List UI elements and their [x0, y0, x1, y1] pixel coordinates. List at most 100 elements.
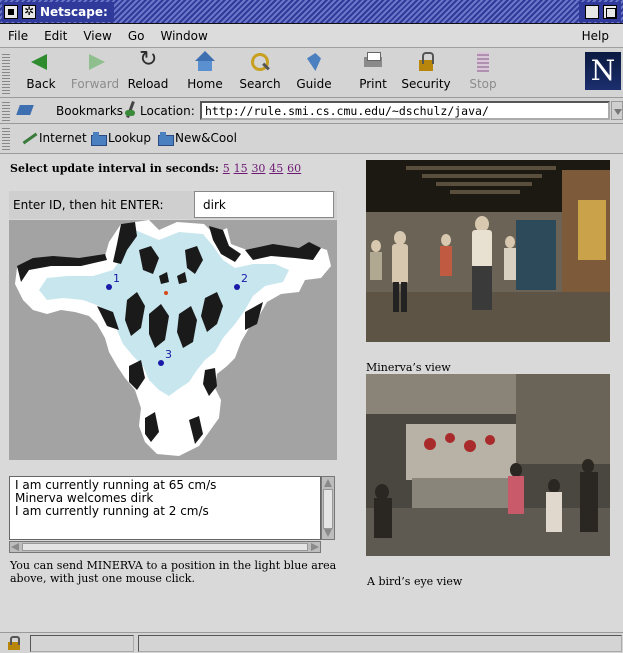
status-log[interactable]: I am currently running at 65 cm/s Minerv… — [9, 476, 321, 540]
home-label: Home — [187, 77, 223, 91]
museum-map[interactable]: 1 2 3 — [9, 220, 337, 460]
guide-icon — [302, 51, 326, 73]
personal-grip[interactable] — [2, 128, 10, 150]
title-bar[interactable]: Netscape: — [0, 0, 623, 24]
minerva-view-image — [366, 160, 610, 342]
status-message-cell — [138, 635, 622, 652]
forward-label: Forward — [70, 77, 120, 91]
menu-window[interactable]: Window — [152, 29, 215, 43]
map-marker-label-2: 2 — [241, 272, 248, 285]
progress-cell — [30, 635, 134, 652]
reload-button[interactable]: Reload — [126, 47, 170, 95]
netscape-logo[interactable]: N — [585, 52, 621, 90]
log-line: I am currently running at 2 cm/s — [15, 504, 209, 518]
menu-help[interactable]: Help — [574, 29, 617, 43]
scroll-down-icon[interactable] — [324, 529, 332, 537]
stop-button[interactable]: Stop — [461, 51, 505, 95]
scroll-left-icon[interactable] — [11, 543, 19, 551]
scroll-right-icon[interactable] — [311, 543, 319, 551]
interval-link-15[interactable]: 15 — [234, 162, 248, 175]
window-close-icon[interactable] — [4, 5, 18, 19]
guide-button[interactable]: Guide — [292, 51, 336, 95]
update-interval: Select update interval in seconds: 5 15 … — [10, 162, 301, 175]
page-content: Select update interval in seconds: 5 15 … — [0, 154, 623, 632]
title-left: Netscape: — [2, 2, 114, 22]
forward-button[interactable]: Forward — [70, 51, 120, 95]
stop-label: Stop — [469, 77, 497, 91]
security-status-icon[interactable] — [6, 636, 22, 651]
print-label: Print — [359, 77, 387, 91]
back-button[interactable]: Back — [19, 51, 63, 95]
status-bar — [0, 632, 623, 653]
url-input[interactable]: http://rule.smi.cs.cmu.edu/~dschulz/java… — [200, 101, 610, 120]
window-maximize-icon[interactable] — [603, 5, 617, 19]
log-vertical-scrollbar[interactable] — [321, 476, 335, 540]
location-pin-icon — [123, 101, 137, 119]
interval-link-30[interactable]: 30 — [251, 162, 265, 175]
url-dropdown-icon[interactable] — [611, 101, 623, 120]
home-icon — [193, 51, 217, 73]
toolbar-grip[interactable] — [2, 52, 10, 94]
personal-toolbar: Internet Lookup New&Cool — [0, 124, 623, 154]
bookmarks-button[interactable]: Bookmarks — [56, 104, 123, 118]
personal-item-internet[interactable]: Internet — [22, 131, 87, 145]
bookmarks-icon[interactable] — [18, 103, 36, 117]
menu-go[interactable]: Go — [120, 29, 153, 43]
print-icon — [361, 51, 385, 73]
minerva-view-caption: Minerva’s view — [366, 361, 451, 374]
location-label: Location: — [140, 104, 195, 118]
personal-item-label: New&Cool — [175, 131, 237, 145]
robot-position — [164, 291, 168, 295]
scroll-up-icon[interactable] — [324, 479, 332, 487]
window-menu-icon[interactable] — [22, 4, 36, 19]
search-label: Search — [239, 77, 281, 91]
map-marker-label-3: 3 — [165, 348, 172, 361]
id-label: Enter ID, then hit ENTER: — [13, 198, 164, 212]
interval-link-5[interactable]: 5 — [223, 162, 230, 175]
map-marker-1 — [106, 284, 112, 290]
navigation-toolbar: Back Forward Reload Home Search Guide Pr… — [0, 47, 623, 98]
birds-eye-view-caption: A bird’s eye view — [367, 575, 463, 588]
personal-item-label: Lookup — [108, 131, 151, 145]
birds-eye-view-image — [366, 374, 610, 556]
security-button[interactable]: Security — [398, 51, 454, 95]
personal-item-lookup[interactable]: Lookup — [91, 131, 151, 146]
bookmark-pen-icon — [22, 132, 36, 144]
search-button[interactable]: Search — [238, 51, 282, 95]
folder-icon — [91, 132, 107, 146]
stop-icon — [471, 51, 495, 73]
map-marker-2 — [234, 284, 240, 290]
personal-item-label: Internet — [39, 131, 87, 145]
folder-icon — [158, 132, 174, 146]
scroll-thumb[interactable] — [323, 489, 333, 529]
location-bar: Bookmarks Location: http://rule.smi.cs.c… — [0, 98, 623, 124]
home-button[interactable]: Home — [183, 51, 227, 95]
back-arrow-icon — [29, 51, 53, 73]
instruction-text: You can send MINERVA to a position in th… — [10, 559, 337, 585]
id-panel: Enter ID, then hit ENTER: dirk — [9, 191, 337, 219]
reload-icon — [136, 47, 160, 73]
forward-arrow-icon — [83, 51, 107, 73]
id-input[interactable]: dirk — [194, 191, 334, 218]
interval-link-45[interactable]: 45 — [269, 162, 283, 175]
map-svg[interactable]: 1 2 3 — [9, 220, 337, 460]
log-horizontal-scrollbar[interactable] — [9, 541, 321, 553]
title-right — [579, 2, 621, 22]
menu-bar: File Edit View Go Window Help — [0, 24, 623, 48]
print-button[interactable]: Print — [351, 51, 395, 95]
window-title: Netscape: — [40, 5, 108, 19]
menu-view[interactable]: View — [75, 29, 119, 43]
location-grip[interactable] — [2, 101, 10, 121]
personal-item-newcool[interactable]: New&Cool — [158, 131, 237, 146]
menu-file[interactable]: File — [0, 29, 36, 43]
security-label: Security — [401, 77, 451, 91]
search-icon — [248, 51, 272, 73]
interval-label: Select update interval in seconds: — [10, 162, 219, 175]
back-label: Back — [26, 77, 56, 91]
reload-label: Reload — [127, 77, 169, 91]
scroll-thumb[interactable] — [22, 543, 308, 551]
interval-link-60[interactable]: 60 — [287, 162, 301, 175]
menu-edit[interactable]: Edit — [36, 29, 75, 43]
window-iconify-icon[interactable] — [585, 5, 599, 19]
map-marker-3 — [158, 360, 164, 366]
